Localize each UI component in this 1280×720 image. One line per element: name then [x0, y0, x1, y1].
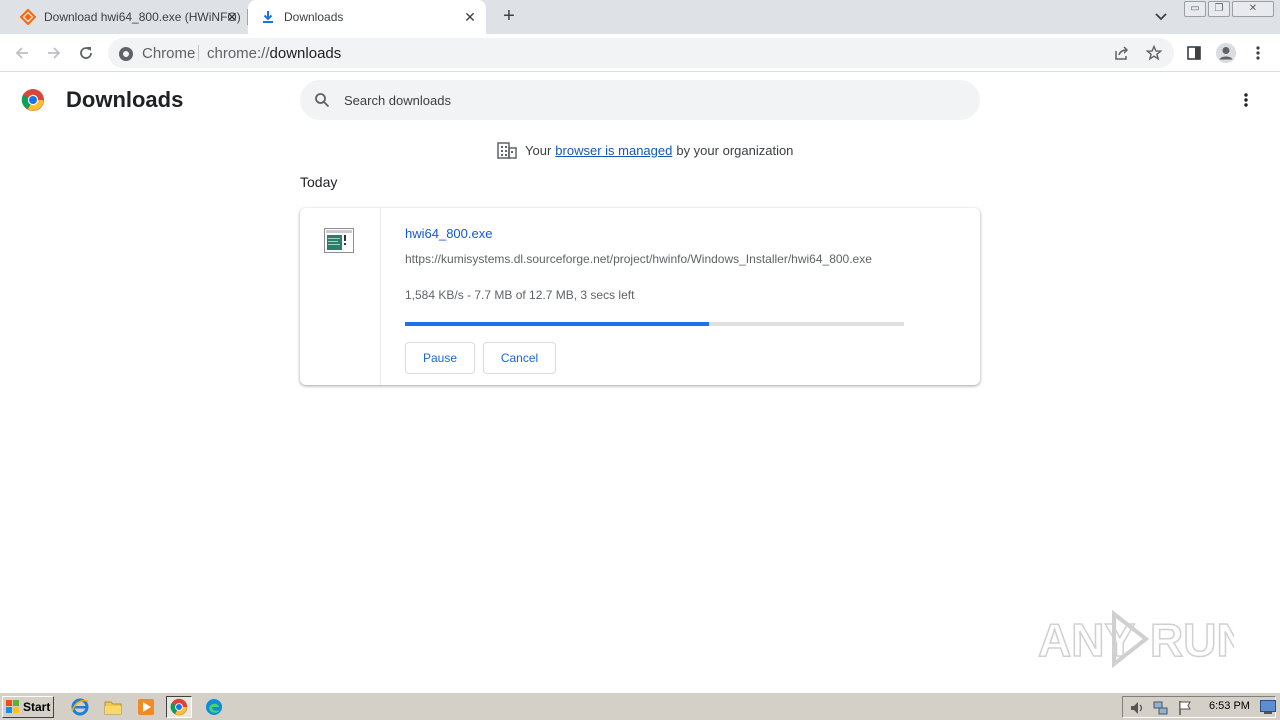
windows-flag-icon	[6, 700, 19, 713]
forward-button[interactable]	[42, 41, 66, 65]
edge-icon[interactable]	[201, 696, 227, 718]
tab-strip: Download hwi64_800.exe (HWiNFO) ✕ Downlo…	[0, 0, 1280, 34]
omnibox-divider	[198, 45, 199, 61]
tab-hwinfo-download[interactable]: Download hwi64_800.exe (HWiNFO) ✕	[12, 0, 248, 34]
svg-text:RUN: RUN	[1150, 614, 1234, 666]
taskbar-clock[interactable]: 6:53 PM	[1209, 700, 1250, 712]
building-icon	[497, 142, 517, 159]
bookmark-star-icon[interactable]	[1145, 44, 1163, 62]
file-name-link[interactable]: hwi64_800.exe	[405, 226, 492, 241]
address-bar[interactable]: Chrome chrome://downloads	[108, 38, 1174, 68]
executable-file-icon	[324, 228, 354, 253]
search-icon	[314, 92, 330, 108]
chrome-site-icon	[119, 46, 133, 61]
managed-link[interactable]: browser is managed	[555, 143, 672, 158]
start-label: Start	[23, 700, 51, 714]
search-downloads-box[interactable]	[300, 80, 980, 120]
media-player-icon[interactable]	[133, 696, 159, 718]
tab-title: Download hwi64_800.exe (HWiNFO)	[44, 10, 241, 24]
internet-explorer-icon[interactable]	[67, 696, 93, 718]
restore-window-button[interactable]: ❐	[1208, 1, 1230, 17]
file-source-url[interactable]: https://kumisystems.dl.sourceforge.net/p…	[405, 252, 905, 266]
share-icon[interactable]	[1113, 44, 1131, 62]
forward-arrow-icon	[48, 47, 61, 59]
volume-icon[interactable]	[1129, 700, 1145, 716]
minimize-window-button[interactable]: ▭	[1184, 1, 1206, 17]
show-desktop-icon[interactable]	[1260, 700, 1276, 714]
close-window-button[interactable]: ✕	[1232, 1, 1274, 17]
file-explorer-icon[interactable]	[100, 696, 126, 718]
close-tab-icon[interactable]: ✕	[462, 9, 478, 25]
date-heading: Today	[300, 174, 338, 190]
chrome-taskbar-icon[interactable]	[166, 696, 192, 718]
windows-taskbar: Start 6:53 PM	[0, 692, 1280, 720]
start-button[interactable]: Start	[2, 696, 54, 718]
reload-button[interactable]	[74, 41, 98, 65]
tab-title: Downloads	[284, 10, 344, 24]
site-label: Chrome	[142, 45, 196, 62]
download-icon-column	[300, 208, 381, 385]
url-scheme: chrome://	[207, 45, 270, 62]
page-title: Downloads	[66, 87, 184, 112]
managed-notice: Your browser is managed by your organiza…	[497, 140, 793, 160]
progress-fill	[405, 322, 710, 326]
url-text[interactable]: chrome://downloads	[207, 45, 341, 62]
tab-search-chevron-icon[interactable]	[1152, 9, 1170, 25]
new-tab-button[interactable]: +	[498, 6, 520, 27]
download-icon	[260, 9, 276, 25]
reload-icon	[80, 47, 92, 59]
managed-prefix: Your	[525, 142, 552, 158]
anyrun-watermark: ANY RUN	[1037, 608, 1250, 670]
system-tray: 6:53 PM	[1122, 696, 1276, 718]
side-panel-icon[interactable]	[1182, 41, 1206, 65]
back-button[interactable]	[10, 41, 34, 65]
search-input[interactable]	[344, 90, 944, 110]
more-actions-icon[interactable]	[1236, 90, 1256, 110]
sourceforge-icon	[20, 9, 36, 25]
download-status: 1,584 KB/s - 7.7 MB of 12.7 MB, 3 secs l…	[405, 288, 635, 302]
site-info[interactable]: Chrome	[118, 45, 195, 62]
download-item: hwi64_800.exe https://kumisystems.dl.sou…	[300, 208, 980, 385]
managed-suffix: by your organization	[676, 142, 794, 158]
close-tab-icon[interactable]: ✕	[224, 9, 240, 25]
tab-downloads[interactable]: Downloads ✕	[248, 0, 486, 34]
back-arrow-icon	[15, 47, 28, 59]
action-center-flag-icon[interactable]	[1177, 700, 1193, 716]
pause-button[interactable]: Pause	[405, 342, 475, 374]
download-progress-bar	[405, 322, 904, 326]
url-path: downloads	[269, 45, 342, 62]
chrome-logo-icon	[21, 88, 45, 112]
cancel-button[interactable]: Cancel	[483, 342, 556, 374]
chrome-menu-icon[interactable]	[1246, 41, 1270, 65]
network-icon[interactable]	[1153, 700, 1169, 716]
browser-toolbar: Chrome chrome://downloads	[0, 34, 1280, 72]
profile-avatar-icon[interactable]	[1214, 41, 1238, 65]
